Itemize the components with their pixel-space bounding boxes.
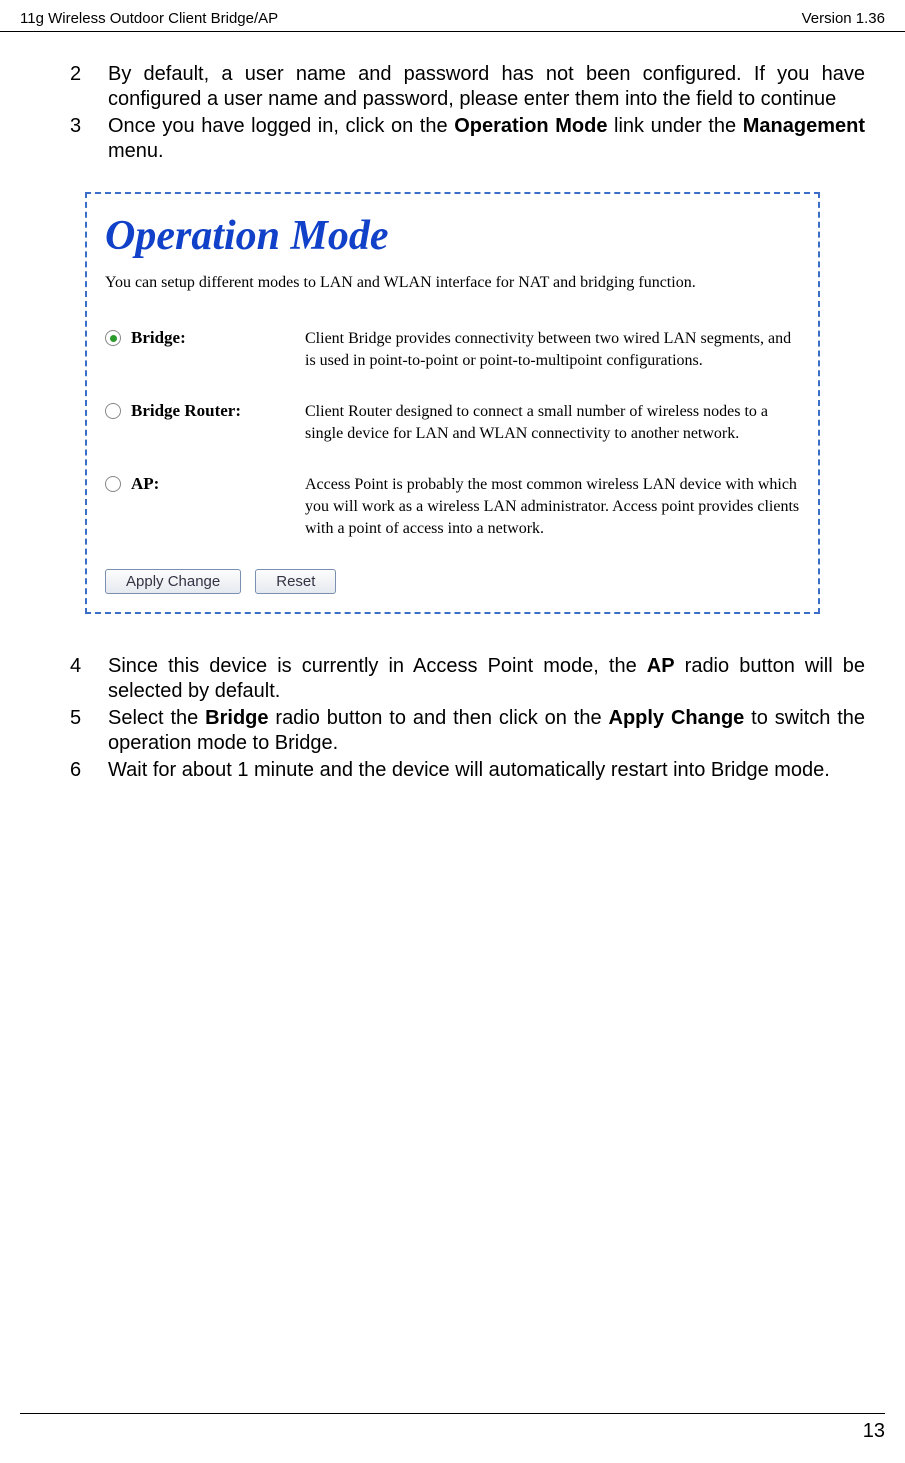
page-footer: 13 [20, 1413, 885, 1443]
radio-selected-dot-icon [110, 335, 117, 342]
mode-label-text: Bridge: [131, 328, 186, 348]
step-item: 3 Once you have logged in, click on the O… [70, 114, 865, 164]
radio-icon[interactable] [105, 330, 121, 346]
page-content: 2 By default, a user name and password ha… [0, 62, 905, 783]
step-item: 6 Wait for about 1 minute and the device … [70, 758, 865, 783]
reset-button[interactable]: Reset [255, 569, 336, 594]
steps-bottom: 4 Since this device is currently in Acces… [40, 654, 865, 783]
step-number: 5 [70, 706, 86, 756]
radio-icon[interactable] [105, 403, 121, 419]
step-number: 2 [70, 62, 86, 112]
button-row: Apply Change Reset [105, 569, 800, 594]
mode-description: Access Point is probably the most common… [305, 474, 800, 539]
steps-top: 2 By default, a user name and password ha… [40, 62, 865, 164]
step-item: 4 Since this device is currently in Acces… [70, 654, 865, 704]
step-text: Once you have logged in, click on the Op… [108, 114, 865, 164]
step-text: Since this device is currently in Access… [108, 654, 865, 704]
step-item: 5 Select the Bridge radio button to and t… [70, 706, 865, 756]
mode-radio-label[interactable]: Bridge Router: [105, 401, 305, 421]
mode-radio-label[interactable]: AP: [105, 474, 305, 494]
step-text: Select the Bridge radio button to and th… [108, 706, 865, 756]
mode-row: AP: Access Point is probably the most com… [105, 474, 800, 539]
step-item: 2 By default, a user name and password ha… [70, 62, 865, 112]
mode-row: Bridge: Client Bridge provides connectivi… [105, 328, 800, 371]
step-number: 4 [70, 654, 86, 704]
mode-description: Client Bridge provides connectivity betw… [305, 328, 800, 371]
radio-icon[interactable] [105, 476, 121, 492]
mode-row: Bridge Router: Client Router designed to … [105, 401, 800, 444]
apply-change-button[interactable]: Apply Change [105, 569, 241, 594]
doc-title: 11g Wireless Outdoor Client Bridge/AP [20, 10, 278, 27]
mode-radio-label[interactable]: Bridge: [105, 328, 305, 348]
step-number: 6 [70, 758, 86, 783]
page-number: 13 [863, 1420, 885, 1442]
step-number: 3 [70, 114, 86, 164]
step-text: By default, a user name and password has… [108, 62, 865, 112]
panel-title: Operation Mode [105, 212, 800, 260]
mode-label-text: AP: [131, 474, 159, 494]
operation-mode-panel: Operation Mode You can setup different m… [85, 192, 820, 614]
panel-description: You can setup different modes to LAN and… [105, 274, 800, 292]
step-text: Wait for about 1 minute and the device w… [108, 758, 865, 783]
page-header: 11g Wireless Outdoor Client Bridge/AP Ve… [0, 0, 905, 32]
doc-version: Version 1.36 [802, 10, 885, 27]
mode-label-text: Bridge Router: [131, 401, 241, 421]
mode-description: Client Router designed to connect a smal… [305, 401, 800, 444]
